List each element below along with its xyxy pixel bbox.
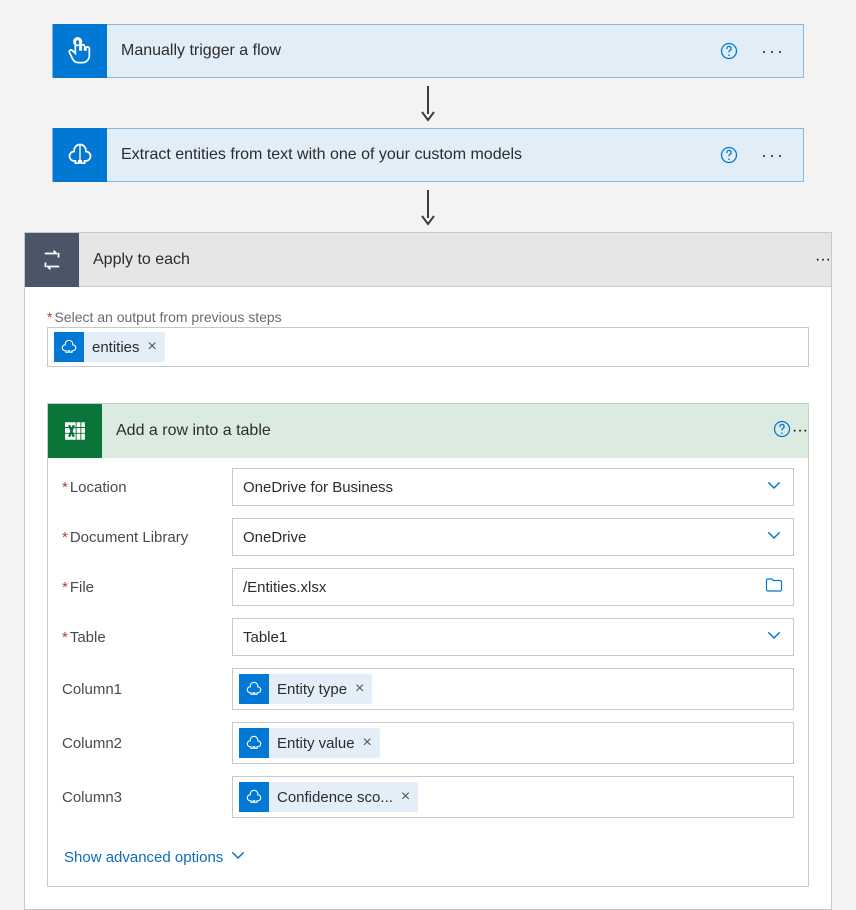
apply-to-each-card: Apply to each ··· *Select an output from… bbox=[24, 232, 832, 910]
column3-input[interactable]: Confidence sco... × bbox=[232, 776, 794, 818]
extract-title: Extract entities from text with one of y… bbox=[107, 146, 717, 164]
arrow-down-icon bbox=[418, 188, 438, 226]
trigger-title: Manually trigger a flow bbox=[107, 42, 717, 60]
more-icon[interactable]: ··· bbox=[753, 135, 793, 175]
trigger-card[interactable]: Manually trigger a flow ··· bbox=[52, 24, 804, 78]
location-value: OneDrive for Business bbox=[243, 479, 393, 496]
manual-trigger-icon bbox=[53, 24, 107, 78]
excel-icon bbox=[48, 404, 102, 458]
token-label: Confidence sco... bbox=[277, 789, 393, 806]
help-icon[interactable] bbox=[772, 419, 792, 444]
token-label: Entity type bbox=[277, 681, 347, 698]
arrow-down-icon bbox=[418, 84, 438, 122]
extract-entities-card[interactable]: Extract entities from text with one of y… bbox=[52, 128, 804, 182]
chevron-down-icon bbox=[765, 626, 783, 648]
location-label: *Location bbox=[62, 479, 232, 496]
file-label: *File bbox=[62, 579, 232, 596]
close-icon[interactable]: × bbox=[363, 735, 372, 751]
token-label: Entity value bbox=[277, 735, 355, 752]
ai-builder-icon bbox=[53, 128, 107, 182]
column2-label: Column2 bbox=[62, 735, 232, 752]
apply-output-input[interactable]: entities × bbox=[47, 327, 809, 367]
library-value: OneDrive bbox=[243, 529, 306, 546]
confidence-score-token[interactable]: Confidence sco... × bbox=[239, 782, 418, 812]
excel-add-row-card: Add a row into a table ··· *Location One… bbox=[47, 403, 809, 887]
entity-value-token[interactable]: Entity value × bbox=[239, 728, 380, 758]
more-icon[interactable]: ··· bbox=[815, 251, 831, 269]
table-select[interactable]: Table1 bbox=[232, 618, 794, 656]
entity-type-token[interactable]: Entity type × bbox=[239, 674, 372, 704]
show-advanced-options[interactable]: Show advanced options bbox=[62, 830, 247, 868]
column1-input[interactable]: Entity type × bbox=[232, 668, 794, 710]
entities-token[interactable]: entities × bbox=[54, 332, 165, 362]
more-icon[interactable]: ··· bbox=[792, 422, 808, 440]
excel-header[interactable]: Add a row into a table ··· bbox=[48, 404, 808, 458]
token-label: entities bbox=[92, 339, 140, 356]
excel-title: Add a row into a table bbox=[102, 422, 772, 440]
column2-input[interactable]: Entity value × bbox=[232, 722, 794, 764]
select-output-label: *Select an output from previous steps bbox=[47, 309, 809, 325]
close-icon[interactable]: × bbox=[148, 339, 157, 355]
close-icon[interactable]: × bbox=[401, 789, 410, 805]
library-label: *Document Library bbox=[62, 529, 232, 546]
folder-icon[interactable] bbox=[765, 577, 783, 597]
ai-builder-icon bbox=[239, 674, 269, 704]
table-value: Table1 bbox=[243, 629, 287, 646]
file-picker[interactable]: /Entities.xlsx bbox=[232, 568, 794, 606]
loop-icon bbox=[25, 233, 79, 287]
ai-builder-icon bbox=[239, 782, 269, 812]
apply-header[interactable]: Apply to each ··· bbox=[25, 233, 831, 287]
library-select[interactable]: OneDrive bbox=[232, 518, 794, 556]
column1-label: Column1 bbox=[62, 681, 232, 698]
close-icon[interactable]: × bbox=[355, 681, 364, 697]
table-label: *Table bbox=[62, 629, 232, 646]
column3-label: Column3 bbox=[62, 789, 232, 806]
ai-builder-icon bbox=[54, 332, 84, 362]
file-value: /Entities.xlsx bbox=[243, 579, 326, 596]
chevron-down-icon bbox=[765, 476, 783, 498]
more-icon[interactable]: ··· bbox=[753, 31, 793, 71]
chevron-down-icon bbox=[765, 526, 783, 548]
ai-builder-icon bbox=[239, 728, 269, 758]
location-select[interactable]: OneDrive for Business bbox=[232, 468, 794, 506]
chevron-down-icon bbox=[229, 846, 247, 868]
help-icon[interactable] bbox=[717, 143, 741, 167]
help-icon[interactable] bbox=[717, 39, 741, 63]
apply-title: Apply to each bbox=[79, 251, 815, 269]
